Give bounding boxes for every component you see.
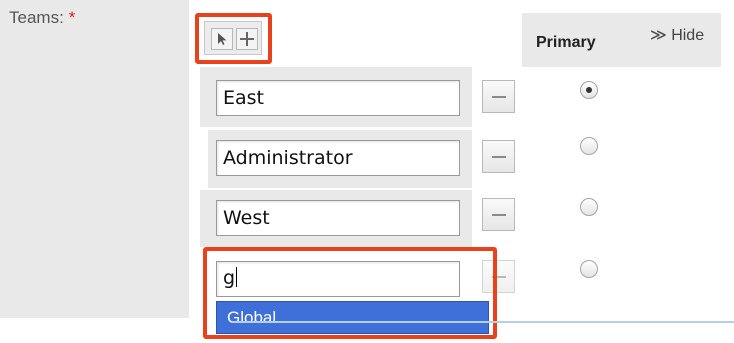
- select-teams-button[interactable]: [211, 28, 233, 50]
- team-name-input[interactable]: [216, 80, 460, 116]
- teams-toolbar: [204, 21, 262, 55]
- radio-dot: [586, 87, 592, 93]
- minus-icon: [492, 214, 506, 216]
- minus-icon: [492, 276, 506, 278]
- teams-field-label: Teams: *: [9, 8, 75, 28]
- primary-header: Primary ≫ Hide: [522, 13, 721, 67]
- remove-team-button[interactable]: [482, 140, 515, 173]
- team-name-input[interactable]: [216, 200, 460, 236]
- teams-label-column: Teams: *: [0, 0, 189, 318]
- primary-column-label: Primary: [536, 34, 596, 51]
- minus-icon: [492, 156, 506, 158]
- team-search-input[interactable]: g: [216, 261, 460, 297]
- section-divider: [232, 321, 734, 323]
- primary-radio[interactable]: [580, 137, 598, 155]
- autocomplete-option[interactable]: Global: [227, 308, 276, 328]
- hide-link[interactable]: ≫ Hide: [650, 25, 704, 45]
- required-asterisk: *: [68, 8, 76, 27]
- minus-icon: [492, 96, 506, 98]
- team-search-value: g: [223, 267, 236, 289]
- remove-team-button[interactable]: [482, 198, 515, 231]
- plus-icon: [240, 32, 254, 46]
- arrow-cursor-icon: [218, 33, 227, 45]
- text-caret: [236, 267, 238, 287]
- remove-team-button[interactable]: [482, 80, 515, 113]
- primary-radio[interactable]: [580, 260, 598, 278]
- team-autocomplete-dropdown: Global: [216, 301, 489, 334]
- primary-radio-selected[interactable]: [580, 81, 598, 99]
- remove-team-button[interactable]: [482, 260, 515, 293]
- primary-radio[interactable]: [580, 198, 598, 216]
- team-name-input[interactable]: [216, 140, 460, 176]
- add-team-button[interactable]: [236, 28, 258, 50]
- teams-label-text: Teams:: [9, 8, 64, 27]
